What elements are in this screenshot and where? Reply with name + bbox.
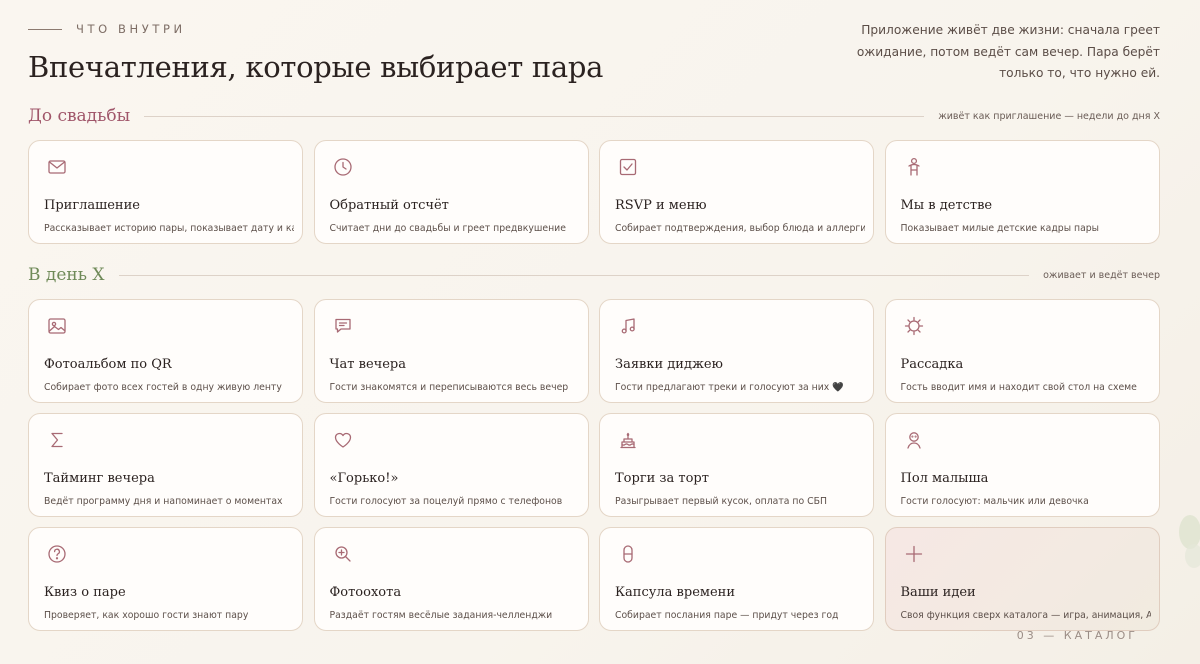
feature-card-description: Гости предлагают треки и голосуют за них… <box>615 382 844 393</box>
feature-card-description: Собирает подтверждения, выбор блюда и ал… <box>615 223 865 234</box>
page-title: Впечатления, которые выбирает пара <box>28 50 604 84</box>
intro-text: Приложение живёт две жизни: сначала грее… <box>856 23 1160 80</box>
feature-card-title: Рассадка <box>900 357 964 372</box>
feature-card-title: Фотоальбом по QR <box>44 357 172 372</box>
sigma-icon <box>45 428 69 452</box>
section-note-before: живёт как приглашение — недели до дня Х <box>938 110 1160 122</box>
feature-card[interactable]: Торги за торт Разыгрывает первый кусок, о… <box>599 413 874 517</box>
envelope-icon <box>45 155 69 179</box>
section-before-wedding: До свадьбы живёт как приглашение — недел… <box>28 106 1160 126</box>
feature-card[interactable]: Фотоальбом по QR Собирает фото всех госте… <box>28 299 303 403</box>
feature-card-description: Собирает фото всех гостей в одну живую л… <box>44 382 282 393</box>
feature-card-title: Пол малыша <box>900 471 989 486</box>
feature-card-title: Приглашение <box>44 198 140 213</box>
feature-card[interactable]: Мы в детстве Показывает милые детские кад… <box>884 140 1160 244</box>
feature-card-description: Раздаёт гостям весёлые задания-челленджи <box>329 610 553 621</box>
feature-card-description: Гости голосуют: мальчик или девочка <box>900 496 1089 507</box>
heart-icon <box>331 428 355 452</box>
section-note-day: оживает и ведёт вечер <box>1043 269 1160 281</box>
feature-card-description: Гости знакомятся и переписываются весь в… <box>329 382 569 393</box>
feature-card[interactable]: Рассадка Гость вводит имя и находит свой … <box>884 299 1160 403</box>
eyebrow: ЧТО ВНУТРИ <box>28 22 186 36</box>
feature-card-title: Ваши идеи <box>900 585 976 600</box>
feature-card-description: Проверяет, как хорошо гости знают пару <box>44 610 249 621</box>
feature-card-title: Мы в детстве <box>900 198 993 213</box>
feature-card[interactable]: Капсула времени Собирает послания паре — … <box>599 527 874 631</box>
decorative-leaf <box>1179 515 1200 568</box>
feature-card[interactable]: Фотоохота Раздаёт гостям весёлые задания-… <box>313 527 589 631</box>
feature-card-title: Заявки диджею <box>615 357 723 372</box>
seating-table-icon <box>902 314 926 338</box>
feature-card-title: Квиз о паре <box>44 585 126 600</box>
question-icon <box>45 542 69 566</box>
section-title-before: До свадьбы <box>28 106 131 126</box>
plus-icon <box>902 542 926 566</box>
feature-card-title: Тайминг вечера <box>44 471 155 486</box>
feature-card-title: Торги за торт <box>615 471 709 486</box>
eyebrow-line <box>28 28 62 30</box>
feature-card[interactable]: Приглашение Рассказывает историю пары, по… <box>28 140 303 244</box>
feature-card-title: Обратный отсчёт <box>329 198 449 213</box>
cards-grid-day: Фотоальбом по QR Собирает фото всех госте… <box>28 299 1160 631</box>
music-note-icon <box>616 314 640 338</box>
feature-card[interactable]: Обратный отсчёт Считает дни до свадьбы и … <box>313 140 589 244</box>
cake-icon <box>616 428 640 452</box>
feature-card-description: Своя функция сверх каталога — игра, аним… <box>900 610 1151 621</box>
baby-icon <box>902 428 926 452</box>
feature-card[interactable]: Тайминг вечера Ведёт программу дня и напо… <box>28 413 303 517</box>
child-icon <box>902 155 926 179</box>
feature-card[interactable]: Чат вечера Гости знакомятся и переписываю… <box>313 299 589 403</box>
feature-card-title: Капсула времени <box>615 585 736 600</box>
feature-card-title: RSVP и меню <box>615 198 707 213</box>
feature-card-description: Показывает милые детские кадры пары <box>900 223 1100 234</box>
add-idea-card[interactable]: Ваши идеи Своя функция сверх каталога — и… <box>884 527 1160 631</box>
feature-card-description: Разыгрывает первый кусок, оплата по СБП <box>615 496 827 507</box>
feature-card-title: «Горько!» <box>329 471 399 486</box>
chat-icon <box>331 314 355 338</box>
feature-card-description: Гости голосуют за поцелуй прямо с телефо… <box>329 496 563 507</box>
feature-card-title: Фотоохота <box>329 585 402 600</box>
section-title-day: В день Х <box>28 265 105 285</box>
feature-card[interactable]: Пол малыша Гости голосуют: мальчик или де… <box>884 413 1160 517</box>
clock-icon <box>331 155 355 179</box>
image-icon <box>45 314 69 338</box>
feature-card-description: Рассказывает историю пары, показывает да… <box>44 223 294 234</box>
section-wedding-day: В день Х оживает и ведёт вечер <box>28 265 1160 285</box>
feature-card-description: Гость вводит имя и находит свой стол на … <box>900 382 1137 393</box>
feature-card[interactable]: RSVP и меню Собирает подтверждения, выбор… <box>599 140 874 244</box>
feature-card[interactable]: Квиз о паре Проверяет, как хорошо гости з… <box>28 527 303 631</box>
capsule-icon <box>616 542 640 566</box>
feature-card-description: Ведёт программу дня и напоминает о момен… <box>44 496 283 507</box>
page-footer: 03 — КАТАЛОГ <box>1016 629 1138 642</box>
zoom-in-icon <box>331 542 355 566</box>
feature-card-description: Считает дни до свадьбы и греет предвкуше… <box>329 223 566 234</box>
feature-card-description: Собирает послания паре — придут через го… <box>615 610 839 621</box>
checkbox-icon <box>616 155 640 179</box>
section-divider <box>118 274 1030 276</box>
section-divider <box>144 115 925 117</box>
eyebrow-text: ЧТО ВНУТРИ <box>76 22 186 36</box>
feature-card[interactable]: Заявки диджею Гости предлагают треки и го… <box>599 299 874 403</box>
feature-card-title: Чат вечера <box>329 357 407 372</box>
cards-grid-before: Приглашение Рассказывает историю пары, по… <box>28 140 1160 244</box>
feature-card[interactable]: «Горько!» Гости голосуют за поцелуй прямо… <box>313 413 589 517</box>
